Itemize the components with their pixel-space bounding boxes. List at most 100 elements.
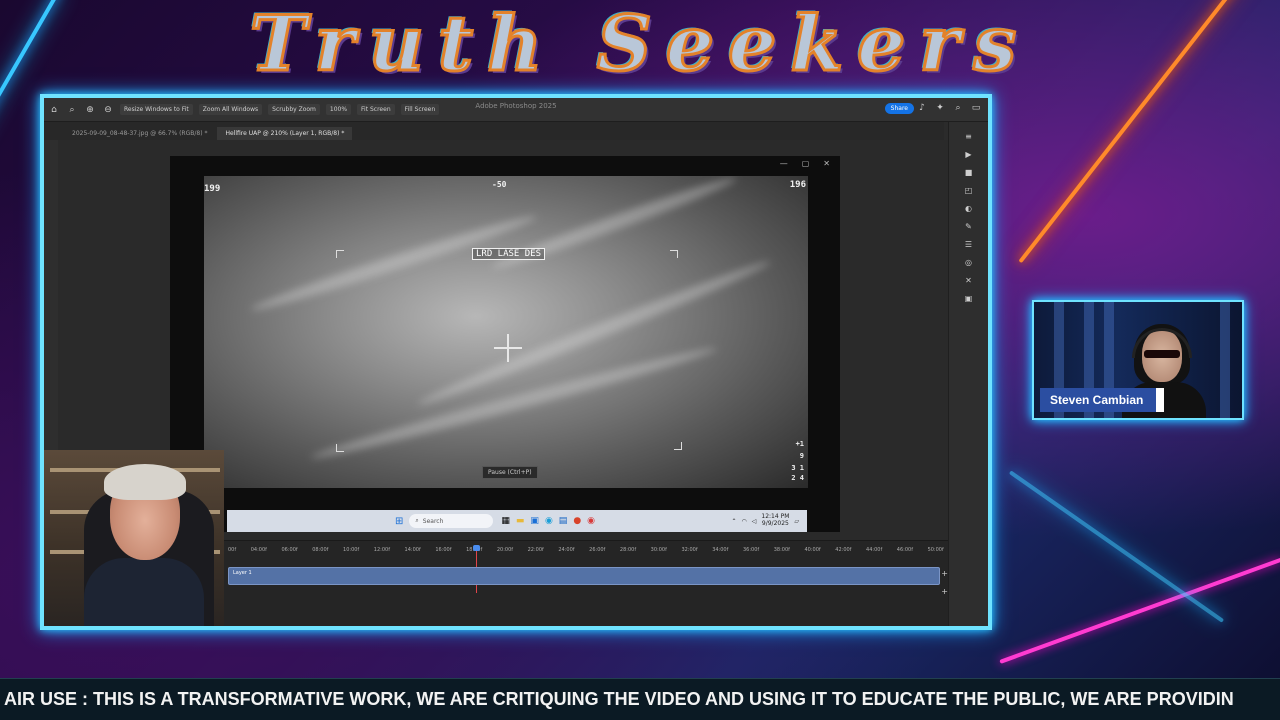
windows-start-icon[interactable]: ⊞ [395,516,403,527]
webcam-guest-right: Steven Cambian [1032,300,1244,420]
adjust-icon[interactable]: ◐ [965,204,972,213]
share-button[interactable]: Share [884,103,914,114]
timeline-tick: 42:00f [835,547,852,553]
taskbar-search[interactable]: ⌕ Search [409,514,494,528]
edge-icon[interactable]: ◉ [545,516,553,526]
flir-video-frame: 199 -50 196 LRD LASE DES +1 9 3 1 2 4 Pa… [204,176,808,488]
wifi-icon[interactable]: ◠ [742,518,747,525]
hud-heading-value: -50 [492,180,507,189]
timeline-tick: 16:00f [435,547,452,553]
hud-bottom-right-1: +1 [795,440,804,448]
pause-tooltip: Pause (Ctrl+P) [482,466,538,479]
nameplate-accent [1156,388,1164,412]
media-player-icon[interactable]: ◉ [587,516,595,526]
search-icon: ⌕ [415,517,419,524]
channel-title-banner: Truth Seekers [248,0,1031,88]
neon-line [1008,470,1225,623]
task-view-icon[interactable]: ▦ [501,516,510,526]
brush-icon[interactable]: ✎ [965,222,972,231]
store-icon[interactable]: ▣ [530,516,539,526]
zoom-tool-icon[interactable]: ⌕ [66,105,78,115]
tab-hellfire-uap[interactable]: Hellfire UAP @ 210% (Layer 1, RGB/8) * [217,127,353,140]
hud-bottom-right-2: 9 [799,452,804,460]
folder-icon[interactable]: ▬ [516,516,525,526]
play-icon[interactable]: ▶ [965,150,971,159]
add-track-icon[interactable]: + [941,569,948,578]
timeline-tick: 06:00f [281,547,298,553]
hud-top-left-value: 199 [204,184,221,194]
timeline-tick: 24:00f [558,547,575,553]
curtain [1220,302,1230,418]
timeline-tick: 30:00f [650,547,667,553]
resize-windows-checkbox[interactable]: Resize Windows to Fit [120,104,193,115]
taskbar-search-placeholder: Search [422,517,444,525]
zoom-in-icon[interactable]: ⊕ [84,105,96,115]
hud-laser-status: LRD LASE DES [472,248,546,260]
sliders-icon[interactable]: ☰ [965,240,972,249]
history-icon[interactable]: ≡ [965,132,972,141]
lightbulb-icon[interactable]: ✦ [934,103,946,113]
person-body [84,558,204,626]
hud-bottom-right-3: 3 1 [791,464,804,472]
system-tray: ⌃ ◠ ◁ 12:14 PM 9/9/2025 ▱ [731,514,799,527]
timeline-tick: 50:00f [927,547,944,553]
channels-icon[interactable]: ◎ [965,258,972,267]
fit-screen-button[interactable]: Fit Screen [357,104,395,115]
timeline-tick: 26:00f [589,547,606,553]
taskbar-date: 9/9/2025 [761,520,789,527]
layers-icon[interactable]: ◰ [965,186,973,195]
stop-icon[interactable]: ■ [965,168,973,177]
workspace-icon[interactable]: ▭ [970,103,982,113]
ticker-text: AIR USE : THIS IS A TRANSFORMATIVE WORK,… [4,689,1234,709]
timeline-tick: 22:00f [527,547,544,553]
app-icon[interactable]: ● [573,516,581,526]
fair-use-ticker: AIR USE : THIS IS A TRANSFORMATIVE WORK,… [0,678,1280,720]
zoom-100-button[interactable]: 100% [325,104,352,115]
photoshop-options-bar: ⌂ ⌕ ⊕ ⊖ Resize Windows to Fit Zoom All W… [44,98,988,122]
home-icon[interactable]: ⌂ [48,105,60,115]
minimize-icon[interactable]: — [780,159,788,168]
timeline-tick: 12:00f [373,547,390,553]
timeline-layer-track[interactable]: Layer 1 [228,567,940,585]
volume-icon[interactable]: ◁ [752,518,757,525]
add-track-icon[interactable]: + [941,587,948,596]
track-gate-corner [336,444,344,452]
libraries-icon[interactable]: ▣ [965,294,973,303]
timeline-tick: 28:00f [619,547,637,553]
track-layer-label: Layer 1 [233,570,252,576]
hud-bottom-right-4: 2 4 [791,474,804,482]
bell-icon[interactable]: ♪ [916,103,928,113]
timeline-tick: 34:00f [712,547,729,553]
document-tabs: 2025-09-09_08-48-37.jpg @ 66.7% (RGB/8) … [44,122,944,140]
timeline-tick: 46:00f [896,547,913,553]
timeline-ruler[interactable]: 00f 04:00f 06:00f 08:00f 10:00f 12:00f 14:00f 1… [228,547,944,559]
hud-top-right-value: 196 [789,180,806,190]
target-reticle [494,334,522,362]
outlook-icon[interactable]: ▤ [559,516,568,526]
windows-taskbar: ⊞ ⌕ Search ▦ ▬ ▣ ◉ ▤ ● ◉ ⌃ ◠ ◁ 12:14 PM … [227,510,807,532]
track-gate-corner [670,250,678,258]
tools-icon[interactable]: ✕ [965,276,972,285]
chevron-up-icon[interactable]: ⌃ [731,518,736,525]
person-hair [104,464,186,500]
tab-screenshot-jpg[interactable]: 2025-09-09_08-48-37.jpg @ 66.7% (RGB/8) … [64,127,215,140]
zoom-all-windows-checkbox[interactable]: Zoom All Windows [198,104,263,115]
track-gate-corner [336,250,344,258]
timeline-tick: 00f [228,547,237,553]
timeline-tick: 44:00f [866,547,883,553]
right-panel-strip: ≡ ▶ ■ ◰ ◐ ✎ ☰ ◎ ✕ ▣ [948,122,988,626]
close-icon[interactable]: ✕ [823,159,830,168]
timeline-tick: 40:00f [804,547,821,553]
scrubby-zoom-checkbox[interactable]: Scrubby Zoom [268,104,320,115]
neon-line [999,557,1280,664]
search-icon[interactable]: ⌕ [952,103,964,113]
notification-icon[interactable]: ▱ [794,518,799,525]
maximize-icon[interactable]: ▢ [802,159,810,168]
fill-screen-button[interactable]: Fill Screen [400,104,440,115]
timeline-tick: 32:00f [681,547,698,553]
track-gate-corner [674,442,682,450]
timeline-tick: 10:00f [343,547,360,553]
timeline-tick: 04:00f [250,547,267,553]
zoom-out-icon[interactable]: ⊖ [102,105,114,115]
timeline-tick: 38:00f [773,547,790,553]
